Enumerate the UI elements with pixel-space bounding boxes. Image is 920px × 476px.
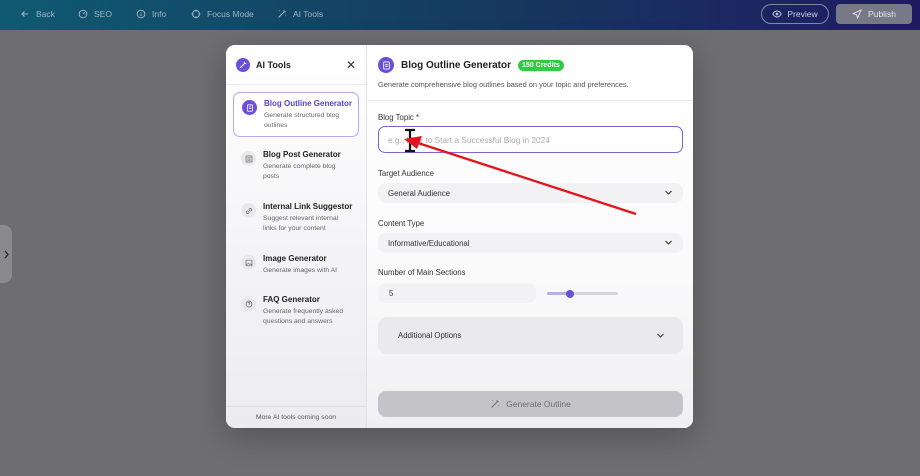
eye-icon (772, 10, 783, 18)
topic-input[interactable]: e.g., How to Start a Successful Blog in … (378, 126, 683, 153)
audience-label: Target Audience (378, 169, 434, 178)
chevron-right-icon (4, 250, 9, 258)
tool-internal-link-suggestor[interactable]: Internal Link Suggestor Suggest relevant… (233, 196, 359, 239)
topic-placeholder: e.g., How to Start a Successful Blog in … (388, 134, 550, 145)
tools-panel-title: AI Tools (256, 59, 291, 70)
tool-faq-generator[interactable]: FAQ Generator Generate frequently asked … (233, 289, 359, 332)
magic-wand-icon (236, 57, 250, 72)
question-icon (241, 296, 256, 311)
document-icon (378, 57, 394, 73)
preview-button[interactable]: Preview (761, 4, 829, 24)
seo-button[interactable]: SEO (78, 9, 112, 19)
tool-title: Image Generator (263, 254, 327, 263)
form-subtitle: Generate comprehensive blog outlines bas… (378, 80, 629, 89)
tool-blog-outline-generator[interactable]: Blog Outline Generator Generate structur… (233, 92, 359, 137)
tool-description: Generate structured blog outlines (264, 112, 340, 129)
ai-tools-button[interactable]: AI Tools (277, 9, 323, 19)
additional-options-label: Additional Options (398, 331, 462, 340)
chevron-down-icon (657, 333, 664, 338)
slider-thumb[interactable] (566, 289, 575, 298)
seo-label: SEO (94, 9, 112, 19)
article-icon (241, 151, 256, 166)
close-icon[interactable]: ✕ (346, 58, 356, 72)
tool-description: Generate complete blog posts (263, 163, 336, 180)
audience-select[interactable]: General Audience (378, 183, 683, 203)
magic-wand-icon (491, 400, 500, 408)
content-type-label: Content Type (378, 219, 425, 228)
tool-title: Blog Outline Generator (264, 99, 353, 108)
info-button[interactable]: Info (136, 9, 166, 19)
info-icon (136, 9, 146, 19)
tool-description: Generate images with AI (263, 267, 338, 274)
focus-mode-label: Focus Mode (207, 9, 254, 19)
gauge-icon (78, 9, 88, 19)
publish-label: Publish (868, 9, 896, 19)
tool-title: FAQ Generator (263, 295, 320, 304)
outline-generator-form: Blog Outline Generator 150 Credits Gener… (367, 45, 693, 428)
sections-slider[interactable] (547, 289, 618, 298)
top-toolbar: Back SEO Info Focus Mode AI Tools Previe… (0, 0, 920, 30)
focus-mode-button[interactable]: Focus Mode (191, 9, 254, 19)
link-icon (241, 203, 256, 218)
tools-panel-footer: More AI tools coming soon (226, 406, 366, 428)
tool-image-generator[interactable]: Image Generator Generate images with AI (233, 248, 359, 282)
document-icon (242, 100, 257, 115)
chevron-down-icon (665, 240, 672, 245)
credits-badge: 150 Credits (518, 59, 564, 71)
content-type-value: Informative/Educational (388, 238, 470, 248)
preview-label: Preview (787, 9, 818, 19)
send-icon (852, 9, 862, 19)
chevron-down-icon (665, 190, 672, 195)
topic-label: Blog Topic * (378, 113, 420, 122)
tool-description: Suggest relevant internal links for your… (263, 215, 339, 232)
audience-value: General Audience (388, 188, 450, 198)
form-header: Blog Outline Generator 150 Credits Gener… (367, 45, 693, 101)
publish-button[interactable]: Publish (836, 4, 912, 24)
back-button[interactable]: Back (20, 9, 55, 19)
form-title: Blog Outline Generator (401, 59, 512, 71)
tools-panel: AI Tools ✕ Blog Outline Generator Genera… (226, 45, 367, 428)
image-icon (241, 255, 256, 270)
back-label: Back (36, 9, 55, 19)
tool-description: Generate frequently asked questions and … (263, 308, 344, 325)
arrow-left-icon (21, 11, 28, 17)
tool-title: Internal Link Suggestor (263, 202, 353, 211)
generate-outline-label: Generate Outline (506, 399, 571, 409)
generate-outline-button[interactable]: Generate Outline (378, 391, 683, 417)
tool-blog-post-generator[interactable]: Blog Post Generator Generate complete bl… (233, 144, 359, 187)
ai-tools-label: AI Tools (293, 9, 324, 19)
additional-options-toggle[interactable]: Additional Options (378, 317, 683, 354)
sidebar-toggle-button[interactable] (0, 225, 12, 283)
info-label: Info (152, 9, 167, 19)
tools-panel-header: AI Tools ✕ (226, 45, 366, 85)
sections-value: 5 (389, 288, 394, 298)
focus-icon (191, 9, 201, 19)
content-type-select[interactable]: Informative/Educational (378, 233, 683, 253)
magic-wand-icon (278, 10, 287, 18)
tool-title: Blog Post Generator (263, 150, 341, 159)
ai-tools-modal: AI Tools ✕ Blog Outline Generator Genera… (226, 45, 693, 428)
sections-label: Number of Main Sections (378, 268, 466, 277)
sections-number-input[interactable]: 5 (378, 283, 536, 303)
